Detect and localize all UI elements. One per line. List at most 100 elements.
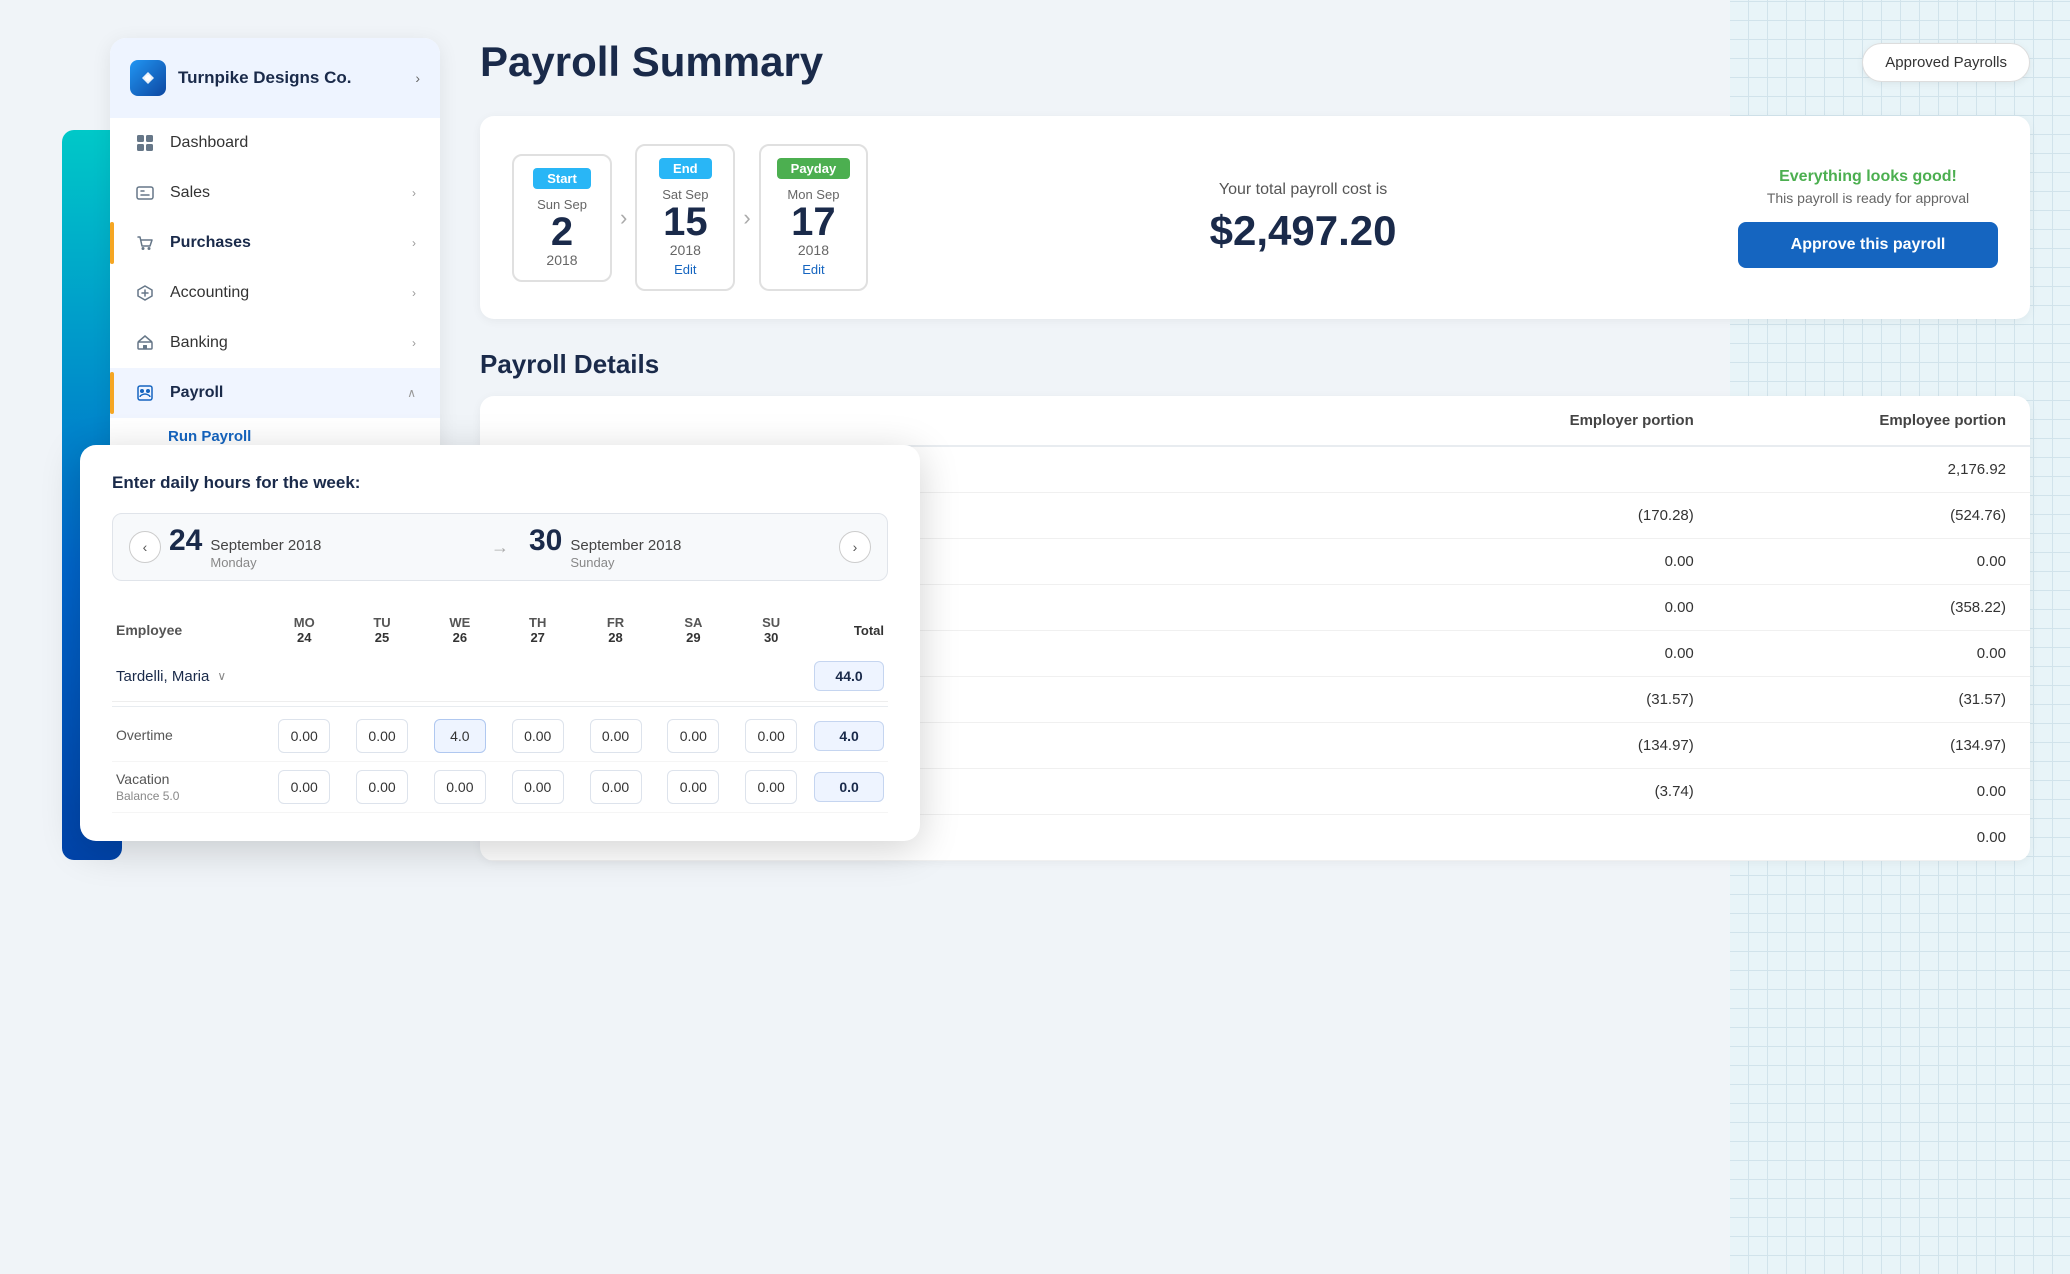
col-sat: SA 29 <box>654 609 732 651</box>
week-end-day-name: Sunday <box>570 555 681 570</box>
employee-name-text: Tardelli, Maria <box>116 668 209 685</box>
period-payday-box: Payday Mon Sep 17 2018 Edit <box>759 144 869 291</box>
modal-title: Enter daily hours for the week: <box>112 473 888 493</box>
overtime-label: Overtime <box>116 727 173 743</box>
col-thu: TH 27 <box>499 609 577 651</box>
hours-table-header: Employee MO 24 TU 25 WE 26 TH 27 <box>112 609 888 651</box>
sidebar-item-banking[interactable]: Banking › <box>110 318 440 368</box>
week-end-info: 30 September 2018 Sunday <box>529 524 831 570</box>
row-employer-2: 0.00 <box>1410 539 1718 585</box>
row-employer-7: (3.74) <box>1410 769 1718 815</box>
overtime-sun-input[interactable] <box>745 719 797 753</box>
end-year: 2018 <box>653 242 717 258</box>
sidebar-item-accounting[interactable]: Accounting › <box>110 268 440 318</box>
overtime-wed-input[interactable] <box>434 719 486 753</box>
col-thu-num: 27 <box>503 630 573 645</box>
overtime-thu-input[interactable] <box>512 719 564 753</box>
vacation-total: 0.0 <box>814 772 884 802</box>
payroll-chevron-icon: ∧ <box>407 386 416 400</box>
vacation-wed-input[interactable] <box>434 770 486 804</box>
purchases-icon <box>134 232 156 254</box>
row-employee-5: (31.57) <box>1718 677 2030 723</box>
period-start-box: Start Sun Sep 2 2018 <box>512 154 612 282</box>
company-logo <box>130 60 166 96</box>
col-tue-num: 25 <box>347 630 417 645</box>
week-start-day: 24 <box>169 524 202 558</box>
page-header: Payroll Summary Approved Payrolls <box>480 38 2030 86</box>
row-employer-5: (31.57) <box>1410 677 1718 723</box>
vacation-fri-input[interactable] <box>590 770 642 804</box>
expand-icon[interactable]: ∨ <box>217 669 226 683</box>
sidebar-item-dashboard[interactable]: Dashboard <box>110 118 440 168</box>
overtime-row: Overtime <box>112 711 888 762</box>
vacation-mon-input[interactable] <box>278 770 330 804</box>
cost-label: Your total payroll cost is <box>898 181 1708 199</box>
col-tue: TU 25 <box>343 609 421 651</box>
payday-edit-link[interactable]: Edit <box>777 262 851 277</box>
approved-payrolls-button[interactable]: Approved Payrolls <box>1862 43 2030 82</box>
period-arrow-2: › <box>743 205 750 231</box>
col-fri-num: 28 <box>581 630 651 645</box>
payroll-icon <box>134 382 156 404</box>
cost-amount: $2,497.20 <box>898 207 1708 255</box>
row-employee-1: (524.76) <box>1718 493 2030 539</box>
row-employer-3: 0.00 <box>1410 585 1718 631</box>
daily-hours-modal: Enter daily hours for the week: ‹ 24 Sep… <box>80 445 920 841</box>
period-arrow-1: › <box>620 205 627 231</box>
payroll-period-card: Start Sun Sep 2 2018 › End Sat Sep 15 20… <box>480 116 2030 319</box>
col-fri: FR 28 <box>577 609 655 651</box>
payday-year: 2018 <box>777 242 851 258</box>
overtime-tue-input[interactable] <box>356 719 408 753</box>
overtime-total: 4.0 <box>814 721 884 751</box>
week-prev-button[interactable]: ‹ <box>129 531 161 563</box>
week-navigation: ‹ 24 September 2018 Monday → 30 Septembe… <box>112 513 888 581</box>
company-header[interactable]: Turnpike Designs Co. › <box>110 38 440 118</box>
week-start-info: 24 September 2018 Monday <box>169 524 471 570</box>
col-sat-abbr: SA <box>684 615 702 630</box>
week-next-button[interactable]: › <box>839 531 871 563</box>
end-day: 15 <box>653 202 717 242</box>
row-employee-8: 0.00 <box>1718 815 2030 861</box>
overtime-mon-input[interactable] <box>278 719 330 753</box>
purchases-chevron-icon: › <box>412 236 416 250</box>
col-wed-abbr: WE <box>449 615 470 630</box>
dashboard-icon <box>134 132 156 154</box>
sidebar-item-payroll[interactable]: Payroll ∧ <box>110 368 440 418</box>
row-employer-1: (170.28) <box>1410 493 1718 539</box>
end-edit-link[interactable]: Edit <box>653 262 717 277</box>
employee-total: 44.0 <box>814 661 884 691</box>
week-start-day-name: Monday <box>210 555 321 570</box>
week-end-day: 30 <box>529 524 562 558</box>
vacation-thu-input[interactable] <box>512 770 564 804</box>
col-tue-abbr: TU <box>373 615 390 630</box>
col-mon: MO 24 <box>265 609 343 651</box>
vacation-label: Vacation <box>116 771 169 787</box>
employee-name: Tardelli, Maria ∨ <box>116 668 261 685</box>
payday-day: 17 <box>777 202 851 242</box>
start-year: 2018 <box>530 252 594 268</box>
col-mon-num: 24 <box>269 630 339 645</box>
overtime-sat-input[interactable] <box>667 719 719 753</box>
vacation-sat-input[interactable] <box>667 770 719 804</box>
vacation-tue-input[interactable] <box>356 770 408 804</box>
sidebar-label-dashboard: Dashboard <box>170 134 416 152</box>
col-sun-num: 30 <box>736 630 806 645</box>
approval-section: Everything looks good! This payroll is r… <box>1738 168 1998 268</box>
col-thu-abbr: TH <box>529 615 546 630</box>
vacation-sun-input[interactable] <box>745 770 797 804</box>
col-wed-num: 26 <box>425 630 495 645</box>
end-label: End <box>659 158 712 179</box>
sidebar-item-purchases[interactable]: Purchases › <box>110 218 440 268</box>
period-dates: Start Sun Sep 2 2018 › End Sat Sep 15 20… <box>512 144 868 291</box>
row-employer-6: (134.97) <box>1410 723 1718 769</box>
overtime-fri-input[interactable] <box>590 719 642 753</box>
approve-payroll-button[interactable]: Approve this payroll <box>1738 222 1998 268</box>
start-label: Start <box>533 168 591 189</box>
good-text: Everything looks good! <box>1738 168 1998 186</box>
week-nav-arrow: → <box>491 537 509 558</box>
divider-row <box>112 702 888 712</box>
vacation-balance: Balance 5.0 <box>116 789 261 803</box>
col-employee: Employee <box>112 609 265 651</box>
employee-row: Tardelli, Maria ∨ 44.0 <box>112 651 888 702</box>
sidebar-item-sales[interactable]: Sales › <box>110 168 440 218</box>
